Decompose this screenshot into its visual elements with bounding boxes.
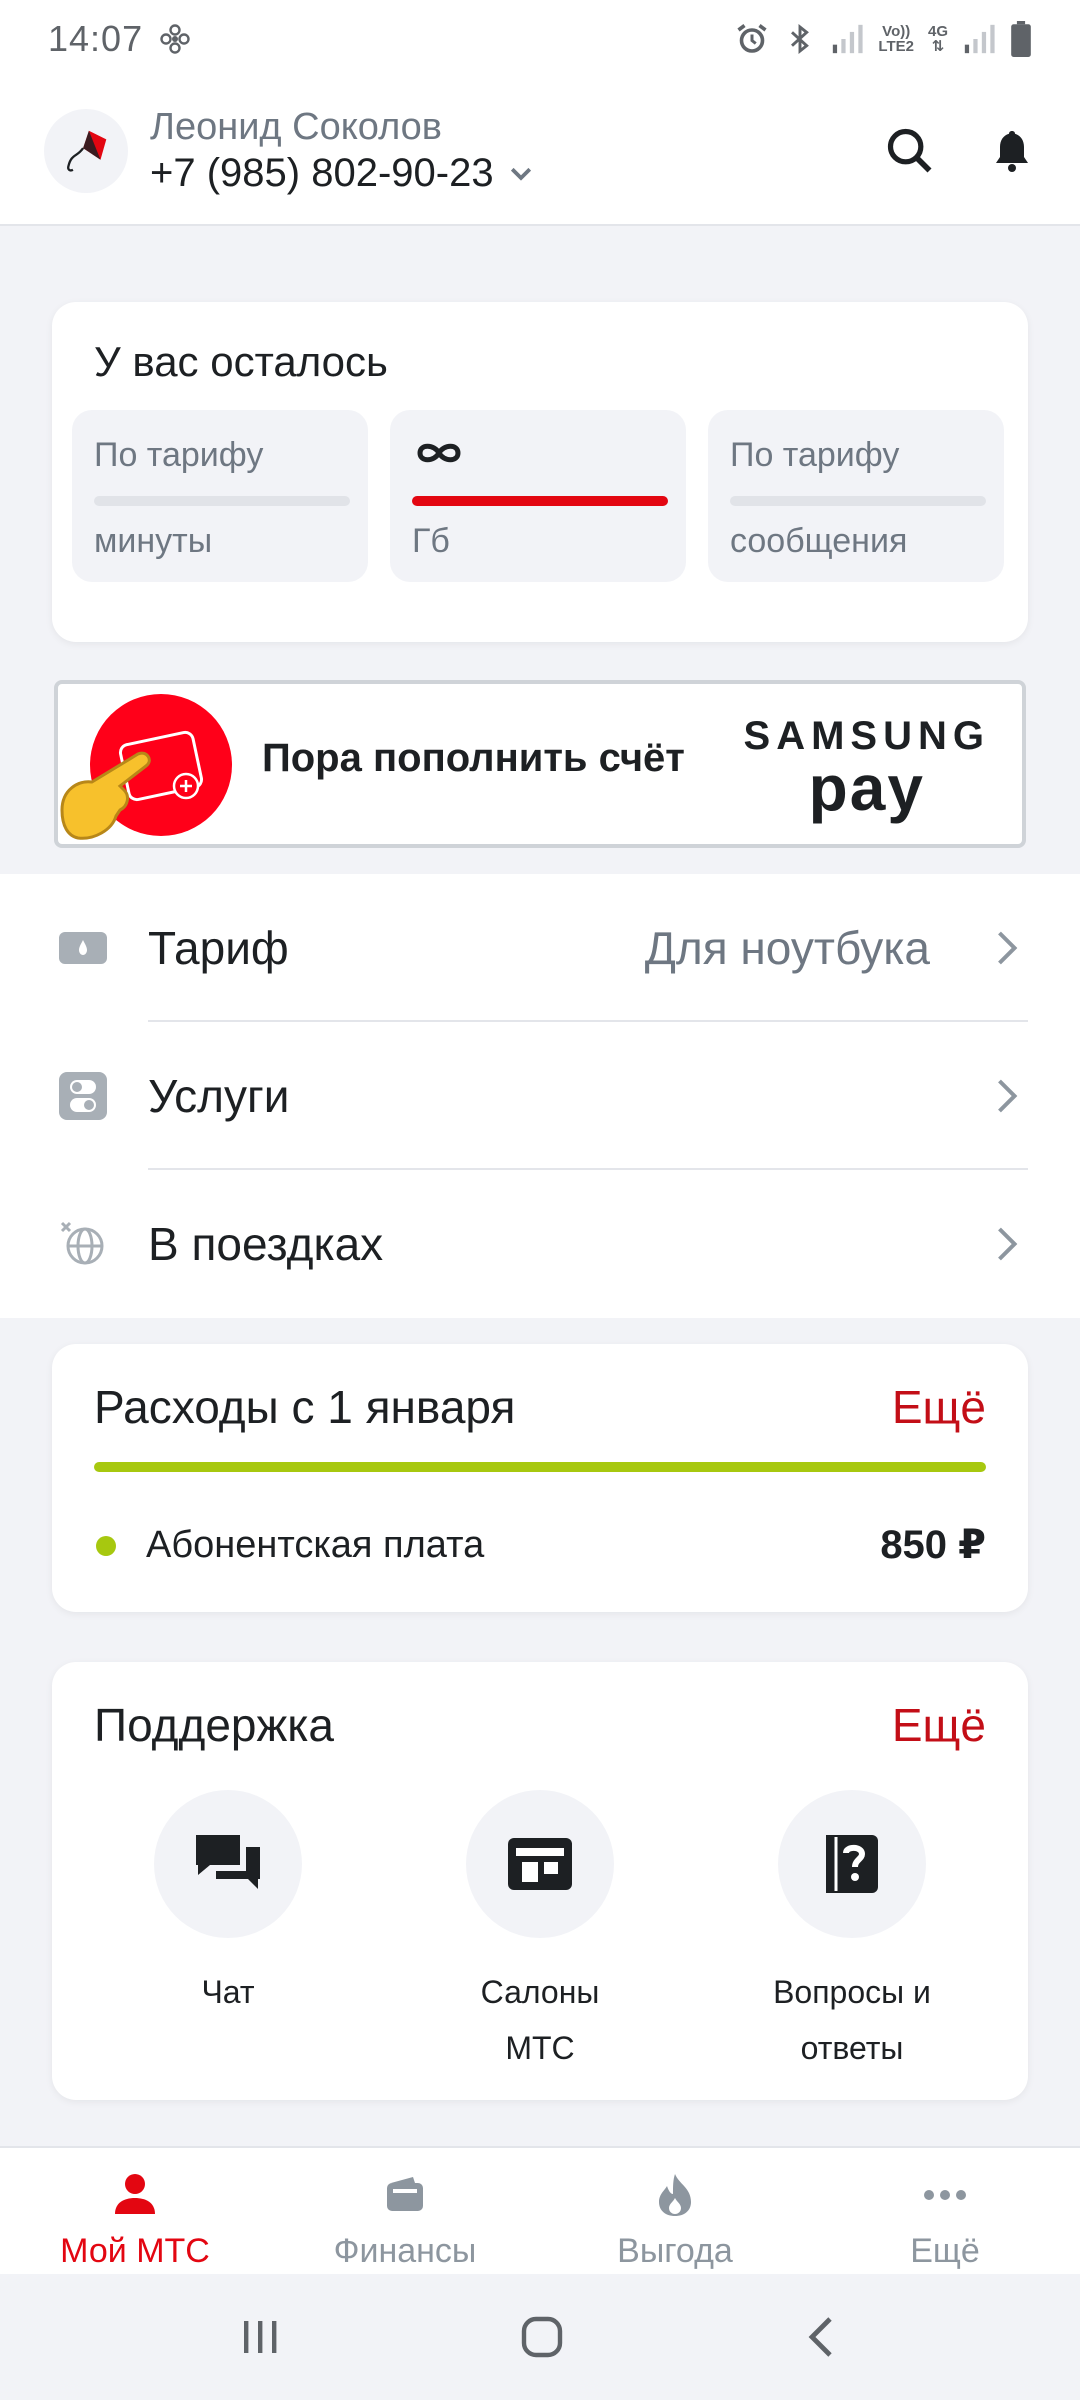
globe-icon <box>58 1219 108 1269</box>
flame-icon <box>659 2174 691 2216</box>
expenses-card[interactable]: Расходы с 1 января Ещё Абонентская плата… <box>52 1344 1028 1612</box>
support-chat[interactable]: Чат <box>98 1790 358 2020</box>
remaining-card: У вас осталось По тарифу минуты ∞ Гб По … <box>52 302 1028 642</box>
samsung-pay-logo: SAMSUNG pay <box>743 714 990 824</box>
signal-icon-2 <box>964 24 995 54</box>
avatar[interactable] <box>44 109 128 193</box>
menu-item-services[interactable]: Услуги <box>0 1022 1080 1170</box>
internet-tile-bottom: Гб <box>412 522 450 560</box>
chevron-right-icon <box>998 1227 1018 1261</box>
banner-text: Пора пополнить счёт <box>262 736 685 780</box>
person-icon <box>115 2174 155 2214</box>
home-icon[interactable] <box>518 2313 566 2361</box>
volte-indicator: Vo)) LTE2 <box>878 23 914 55</box>
minutes-tile-bottom: минуты <box>94 522 213 560</box>
expenses-item-label: Абонентская плата <box>146 1524 485 1566</box>
menu-label-travel: В поездках <box>148 1218 384 1270</box>
support-stores-label: Салоны МТС <box>480 1974 600 2066</box>
alarm-icon <box>737 24 768 53</box>
services-icon <box>58 1071 108 1121</box>
more-dots-icon <box>924 2190 966 2200</box>
tab-benefits[interactable]: Выгода <box>540 2148 810 2274</box>
minutes-tile-top: По тарифу <box>94 436 264 474</box>
expenses-title: Расходы с 1 января <box>94 1381 516 1433</box>
menu-item-travel[interactable]: В поездках <box>0 1170 1080 1318</box>
menu-label-tariff: Тариф <box>148 922 289 974</box>
support-stores[interactable]: Салоны МТС <box>410 1790 670 2076</box>
hand-pointer-icon <box>60 751 151 840</box>
recent-apps-icon[interactable] <box>238 2315 282 2359</box>
expenses-bar <box>94 1462 986 1472</box>
user-name: Леонид Соколов <box>150 106 442 148</box>
support-title: Поддержка <box>94 1699 334 1751</box>
chat-icon <box>196 1835 260 1889</box>
sms-tile[interactable]: По тарифу сообщения <box>708 410 1004 582</box>
faq-icon <box>826 1835 878 1893</box>
signal-icon <box>833 24 864 54</box>
infinity-icon: ∞ <box>417 443 461 463</box>
account-selector[interactable]: Леонид Соколов +7 (985) 802-90-23 <box>150 105 536 197</box>
user-phone: +7 (985) 802-90-23 <box>150 151 494 195</box>
remaining-title: У вас осталось <box>94 338 388 385</box>
internet-bar <box>412 496 668 506</box>
tariff-icon <box>58 923 108 973</box>
support-faq-label: Вопросы и ответы <box>773 1974 931 2066</box>
fan-icon <box>160 24 190 54</box>
chevron-right-icon <box>998 1079 1018 1113</box>
tab-finance[interactable]: Финансы <box>270 2148 540 2274</box>
app-header: Леонид Соколов +7 (985) 802-90-23 <box>0 78 1080 226</box>
support-card: Поддержка Ещё Чат Салоны МТС Вопросы и о… <box>52 1662 1028 2100</box>
wallet-icon <box>387 2177 423 2211</box>
status-bar: 14:07 Vo)) LTE2 4G ⇅ <box>0 0 1080 78</box>
sms-tile-top: По тарифу <box>730 436 900 474</box>
topup-banner[interactable]: Пора пополнить счёт SAMSUNG pay <box>54 680 1026 848</box>
tab-my-mts[interactable]: Мой МТС <box>0 2148 270 2274</box>
chevron-down-icon <box>510 167 531 181</box>
sms-bar <box>730 496 986 506</box>
back-icon[interactable] <box>802 2313 842 2361</box>
expenses-more-link[interactable]: Ещё <box>892 1380 986 1434</box>
menu-value-tariff: Для ноутбука <box>644 922 930 974</box>
system-nav-bar <box>0 2274 1080 2400</box>
chevron-right-icon <box>998 931 1018 965</box>
menu-label-services: Услуги <box>148 1070 290 1122</box>
network-indicator: 4G ⇅ <box>927 23 948 55</box>
search-icon[interactable] <box>884 125 936 177</box>
internet-tile[interactable]: ∞ Гб <box>390 410 686 582</box>
minutes-bar <box>94 496 350 506</box>
menu-list: Тариф Для ноутбука Услуги В поездках <box>0 874 1080 1318</box>
support-faq[interactable]: Вопросы и ответы <box>722 1790 982 2076</box>
expenses-item-amount: 850 ₽ <box>880 1523 986 1567</box>
battery-icon <box>1011 21 1031 57</box>
sms-tile-bottom: сообщения <box>730 522 908 560</box>
bottom-tab-bar: Мой МТС Финансы Выгода Ещё <box>0 2146 1080 2274</box>
status-time: 14:07 <box>48 18 144 59</box>
menu-item-tariff[interactable]: Тариф Для ноутбука <box>0 874 1080 1022</box>
tab-more[interactable]: Ещё <box>810 2148 1080 2274</box>
store-icon <box>508 1838 572 1890</box>
bluetooth-icon <box>791 23 810 55</box>
expenses-dot <box>96 1536 116 1556</box>
minutes-tile[interactable]: По тарифу минуты <box>72 410 368 582</box>
bell-icon[interactable] <box>988 125 1036 177</box>
kite-avatar-icon <box>67 130 107 172</box>
support-chat-label: Чат <box>201 1974 255 2010</box>
support-more-link[interactable]: Ещё <box>892 1698 986 1752</box>
